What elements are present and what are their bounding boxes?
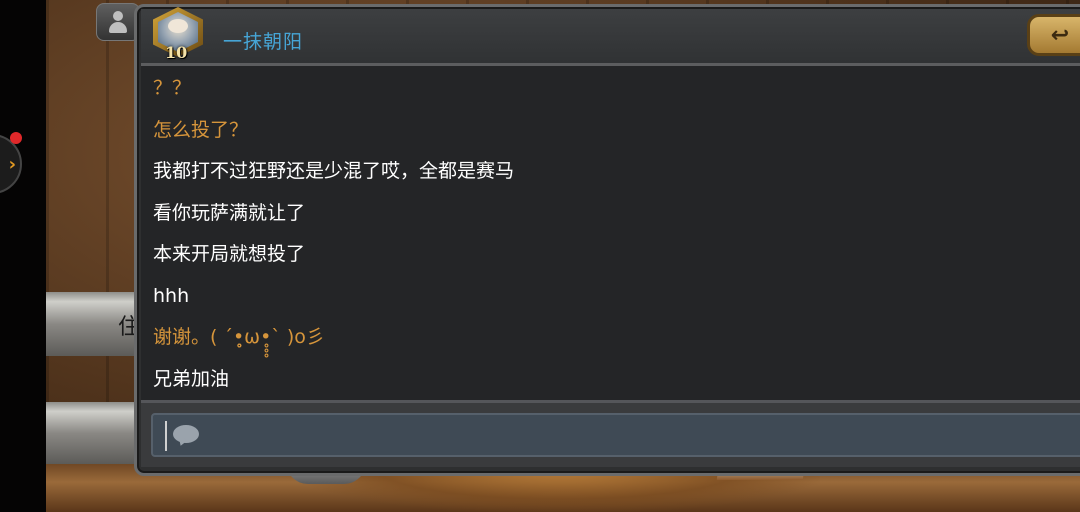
board-stone-bar bbox=[46, 402, 142, 464]
avatar-face bbox=[168, 19, 188, 33]
close-chat-button[interactable]: ↩ bbox=[1027, 14, 1080, 56]
friend-name: 一抹朝阳 bbox=[223, 31, 304, 53]
chevron-right-icon: › bbox=[8, 153, 16, 175]
message-item: ？？ bbox=[153, 77, 192, 99]
level-badge: 10 bbox=[165, 43, 188, 62]
message-item: 本来开局就想投了 bbox=[153, 243, 306, 265]
chat-input[interactable] bbox=[151, 413, 1080, 457]
notification-dot bbox=[10, 132, 22, 144]
message-item: 谢谢。( ´•̥̥̥ω•̥̥̥` )o彡 bbox=[153, 326, 325, 348]
back-arrow-icon: ↩ bbox=[1050, 22, 1070, 48]
message-item: 怎么投了？ bbox=[153, 119, 249, 141]
message-list: ？？ 怎么投了？ 我都打不过狂野还是少混了哎，全都是赛马 看你玩萨满就让了 本来… bbox=[141, 66, 1080, 400]
text-cursor bbox=[165, 421, 167, 451]
friend-avatar[interactable]: 10 bbox=[153, 7, 203, 63]
chat-input-area bbox=[141, 400, 1080, 467]
person-icon bbox=[109, 11, 127, 33]
chat-header: 10 一抹朝阳 ↩ bbox=[141, 7, 1080, 66]
chat-window: 10 一抹朝阳 ↩ ？？ 怎么投了？ 我都打不过狂野还是少混了哎，全都是赛马 看… bbox=[134, 4, 1080, 476]
speech-bubble-icon bbox=[173, 425, 199, 448]
left-edge bbox=[0, 0, 46, 512]
message-item: 看你玩萨满就让了 bbox=[153, 202, 306, 224]
message-item: 我都打不过狂野还是少混了哎，全都是赛马 bbox=[153, 160, 515, 182]
message-item: hhh bbox=[153, 285, 190, 307]
message-item: 兄弟加油 bbox=[153, 368, 230, 390]
